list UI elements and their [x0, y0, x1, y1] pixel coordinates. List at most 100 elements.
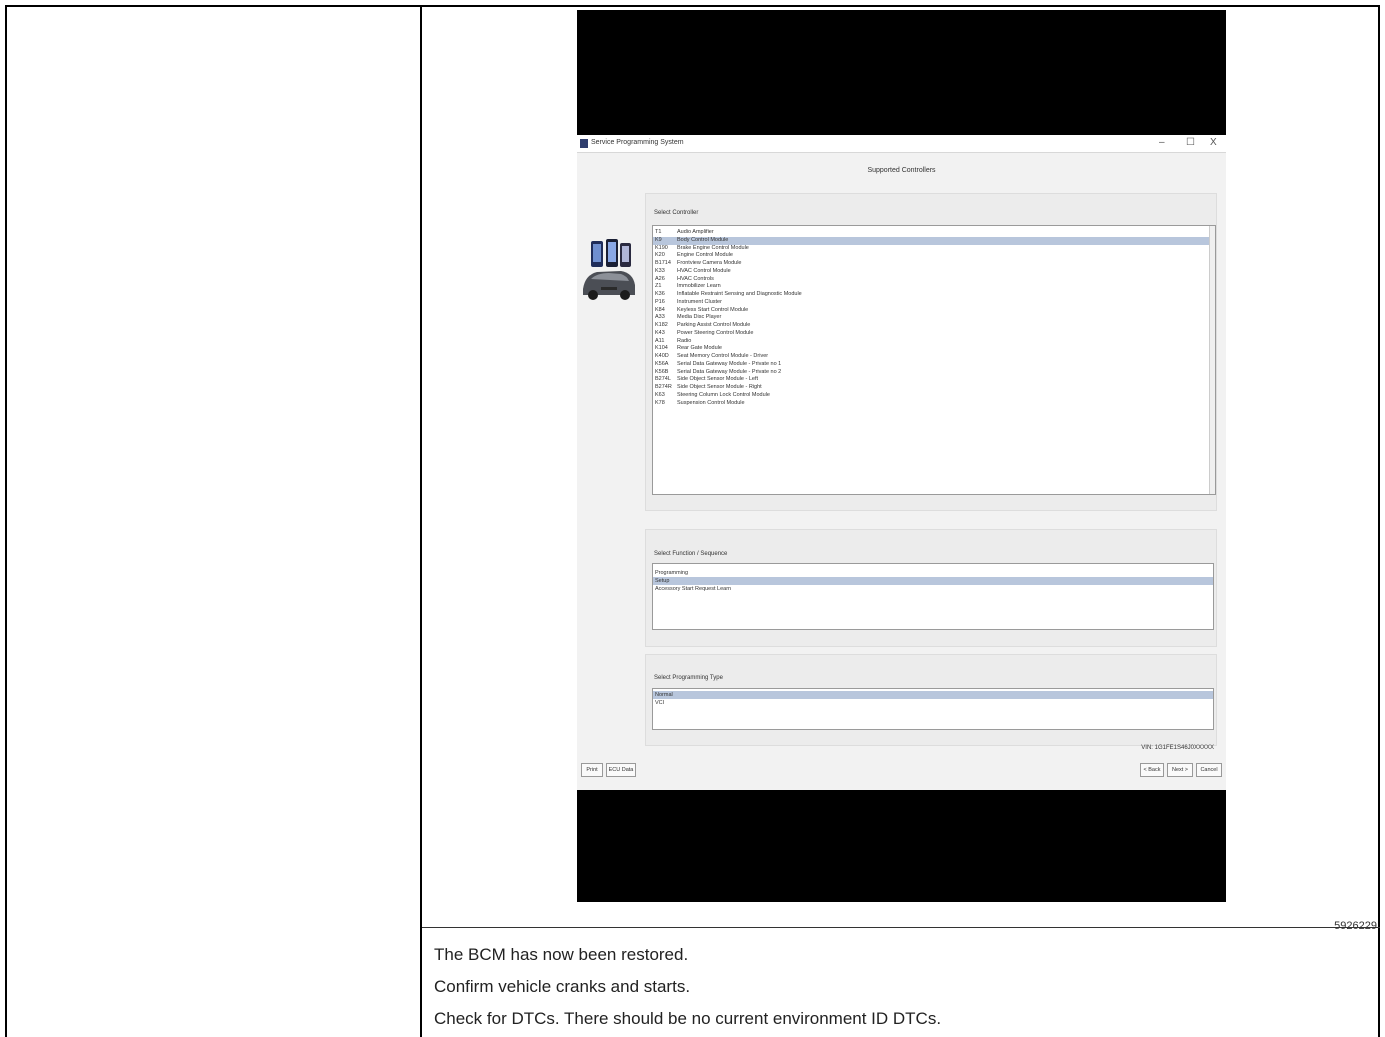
list-item-label: Immobilizer Learn [677, 283, 721, 290]
maximize-icon[interactable]: ☐ [1186, 137, 1195, 148]
list-item-code: K190 [655, 244, 668, 251]
list-item-code: K56B [655, 368, 669, 375]
list-item[interactable]: K78 Suspension Control Module [653, 400, 1215, 408]
app-icon [580, 139, 588, 148]
list-item[interactable]: B274R Side Object Sensor Module - Right [653, 384, 1215, 392]
print-button[interactable]: Print [581, 763, 603, 777]
sps-window: Service Programming System – ☐ X Support… [577, 135, 1226, 790]
close-icon[interactable]: X [1210, 137, 1217, 148]
function-list[interactable]: Programming Setup Accessory Start Request … [652, 563, 1214, 630]
list-item-code: K56A [655, 360, 669, 367]
back-button[interactable]: < Back [1140, 763, 1164, 777]
list-item-code: Z1 [655, 283, 662, 290]
list-item-label: Body Control Module [677, 236, 729, 243]
list-item-label: Keyless Start Control Module [677, 306, 749, 313]
list-item-code: A26 [655, 275, 665, 282]
controller-list[interactable]: T1 Audio Amplifier K9 Body Control Module K1… [652, 225, 1216, 495]
list-item-label: Media Disc Player [677, 314, 722, 321]
list-item-code: K33 [655, 267, 665, 274]
list-item[interactable]: K20 Engine Control Module [653, 252, 1215, 260]
list-item[interactable]: Setup [653, 577, 1213, 585]
list-item-label: Power Steering Control Module [677, 329, 754, 336]
programming-type-panel-label: Select Programming Type [654, 675, 723, 681]
list-item-label: Accessory Start Request Learn [655, 586, 732, 592]
list-item[interactable]: K33 HVAC Control Module [653, 268, 1215, 276]
list-item[interactable]: A26 HVAC Controls [653, 276, 1215, 284]
list-item[interactable]: K182 Parking Assist Control Module [653, 322, 1215, 330]
list-item[interactable]: Z1 Immobilizer Learn [653, 283, 1215, 291]
controller-list-scrollbar[interactable] [1209, 226, 1215, 494]
list-item[interactable]: K63 Steering Column Lock Control Module [653, 392, 1215, 400]
page-heading: Supported Controllers [867, 167, 936, 174]
list-item-code: K9 [655, 236, 662, 243]
list-item[interactable]: K9 Body Control Module [653, 236, 1215, 245]
list-item-code: K36 [655, 291, 665, 297]
list-item-code: B274L [655, 376, 671, 383]
list-item[interactable]: P16 Instrument Cluster [653, 299, 1215, 307]
list-item-label: Suspension Control Module [677, 399, 745, 406]
list-item-label: Frontview Camera Module [677, 260, 742, 266]
table-border-top [5, 5, 1380, 7]
vehicle-artwork-icon [583, 239, 635, 300]
list-item[interactable]: Programming [653, 569, 1213, 577]
programming-type-list[interactable]: Normal VCI [652, 688, 1214, 730]
list-item[interactable]: Accessory Start Request Learn [653, 585, 1213, 593]
table-border-right [1378, 5, 1380, 1037]
body-text-line: Check for DTCs. There should be no curre… [434, 1009, 942, 1028]
table-border-left [5, 5, 7, 1037]
list-item[interactable]: B1714 Frontview Camera Module [653, 260, 1215, 268]
list-item-label: Setup [655, 578, 670, 584]
list-item-code: K20 [655, 252, 665, 259]
list-item[interactable]: K190 Brake Engine Control Module [653, 245, 1215, 253]
list-item-code: P16 [655, 298, 665, 305]
list-item-code: T1 [655, 229, 662, 235]
list-item-code: K182 [655, 322, 668, 328]
list-item-label: Serial Data Gateway Module - Private no … [677, 368, 782, 375]
list-item-code: K40D [655, 353, 669, 359]
list-item[interactable]: T1 Audio Amplifier [653, 229, 1215, 237]
controller-panel: Select Controller T1 Audio Amplifier K9 Bod… [645, 193, 1217, 511]
cancel-button[interactable]: Cancel [1196, 763, 1222, 777]
list-item[interactable]: K104 Rear Gate Module [653, 345, 1215, 353]
list-item-code: A33 [655, 314, 665, 321]
function-panel-label: Select Function / Sequence [654, 551, 728, 557]
list-item[interactable]: K84 Keyless Start Control Module [653, 307, 1215, 315]
list-item-label: Side Object Sensor Module - Right [677, 384, 762, 390]
next-button[interactable]: Next > [1167, 763, 1193, 777]
list-item[interactable]: K56A Serial Data Gateway Module - Private… [653, 361, 1215, 369]
controller-panel-label: Select Controller [654, 210, 699, 216]
programming-type-panel: Select Programming Type Normal VCI [645, 654, 1217, 746]
list-item-label: Engine Control Module [677, 252, 733, 259]
list-item-label: Rear Gate Module [677, 345, 722, 352]
list-item-label: Seat Memory Control Module - Driver [677, 353, 769, 359]
list-item-code: B274R [655, 384, 672, 390]
list-item-label: Parking Assist Control Module [677, 322, 751, 328]
window-titlebar: Service Programming System – ☐ X [577, 135, 1226, 153]
list-item-code: A11 [655, 337, 665, 344]
list-item[interactable]: A33 Media Disc Player [653, 314, 1215, 322]
list-item-label: Brake Engine Control Module [677, 244, 749, 251]
table-column-divider [420, 5, 422, 1037]
list-item-code: K84 [655, 306, 665, 313]
minimize-icon[interactable]: – [1159, 137, 1165, 148]
table-row-divider [422, 927, 1380, 928]
list-item[interactable]: K40D Seat Memory Control Module - Driver [653, 353, 1215, 361]
list-item-code: K104 [655, 345, 668, 352]
body-text-line: The BCM has now been restored. [434, 945, 689, 964]
vin-readout: VIN: 1G1FE1S46J0XXXXX [1141, 745, 1214, 751]
list-item[interactable]: B274L Side Object Sensor Module - Left [653, 376, 1215, 384]
list-item[interactable]: K36 Inflatable Restraint Sensing and Diag… [653, 291, 1215, 299]
list-item-label: Audio Amplifier [677, 229, 714, 235]
list-item[interactable]: A11 Radio [653, 338, 1215, 346]
list-item-label: Instrument Cluster [677, 298, 722, 305]
list-item-label: VCI [655, 700, 665, 706]
list-item-label: HVAC Control Module [677, 267, 731, 274]
list-item-label: Programming [655, 570, 689, 576]
list-item[interactable]: Normal [653, 691, 1213, 699]
list-item[interactable]: K56B Serial Data Gateway Module - Private… [653, 369, 1215, 377]
list-item-label: Inflatable Restraint Sensing and Diagnos… [677, 291, 802, 297]
list-item[interactable]: VCI [653, 699, 1213, 707]
ecu-data-button[interactable]: ECU Data [606, 763, 636, 777]
list-item-label: Side Object Sensor Module - Left [677, 376, 759, 383]
list-item[interactable]: K43 Power Steering Control Module [653, 330, 1215, 338]
